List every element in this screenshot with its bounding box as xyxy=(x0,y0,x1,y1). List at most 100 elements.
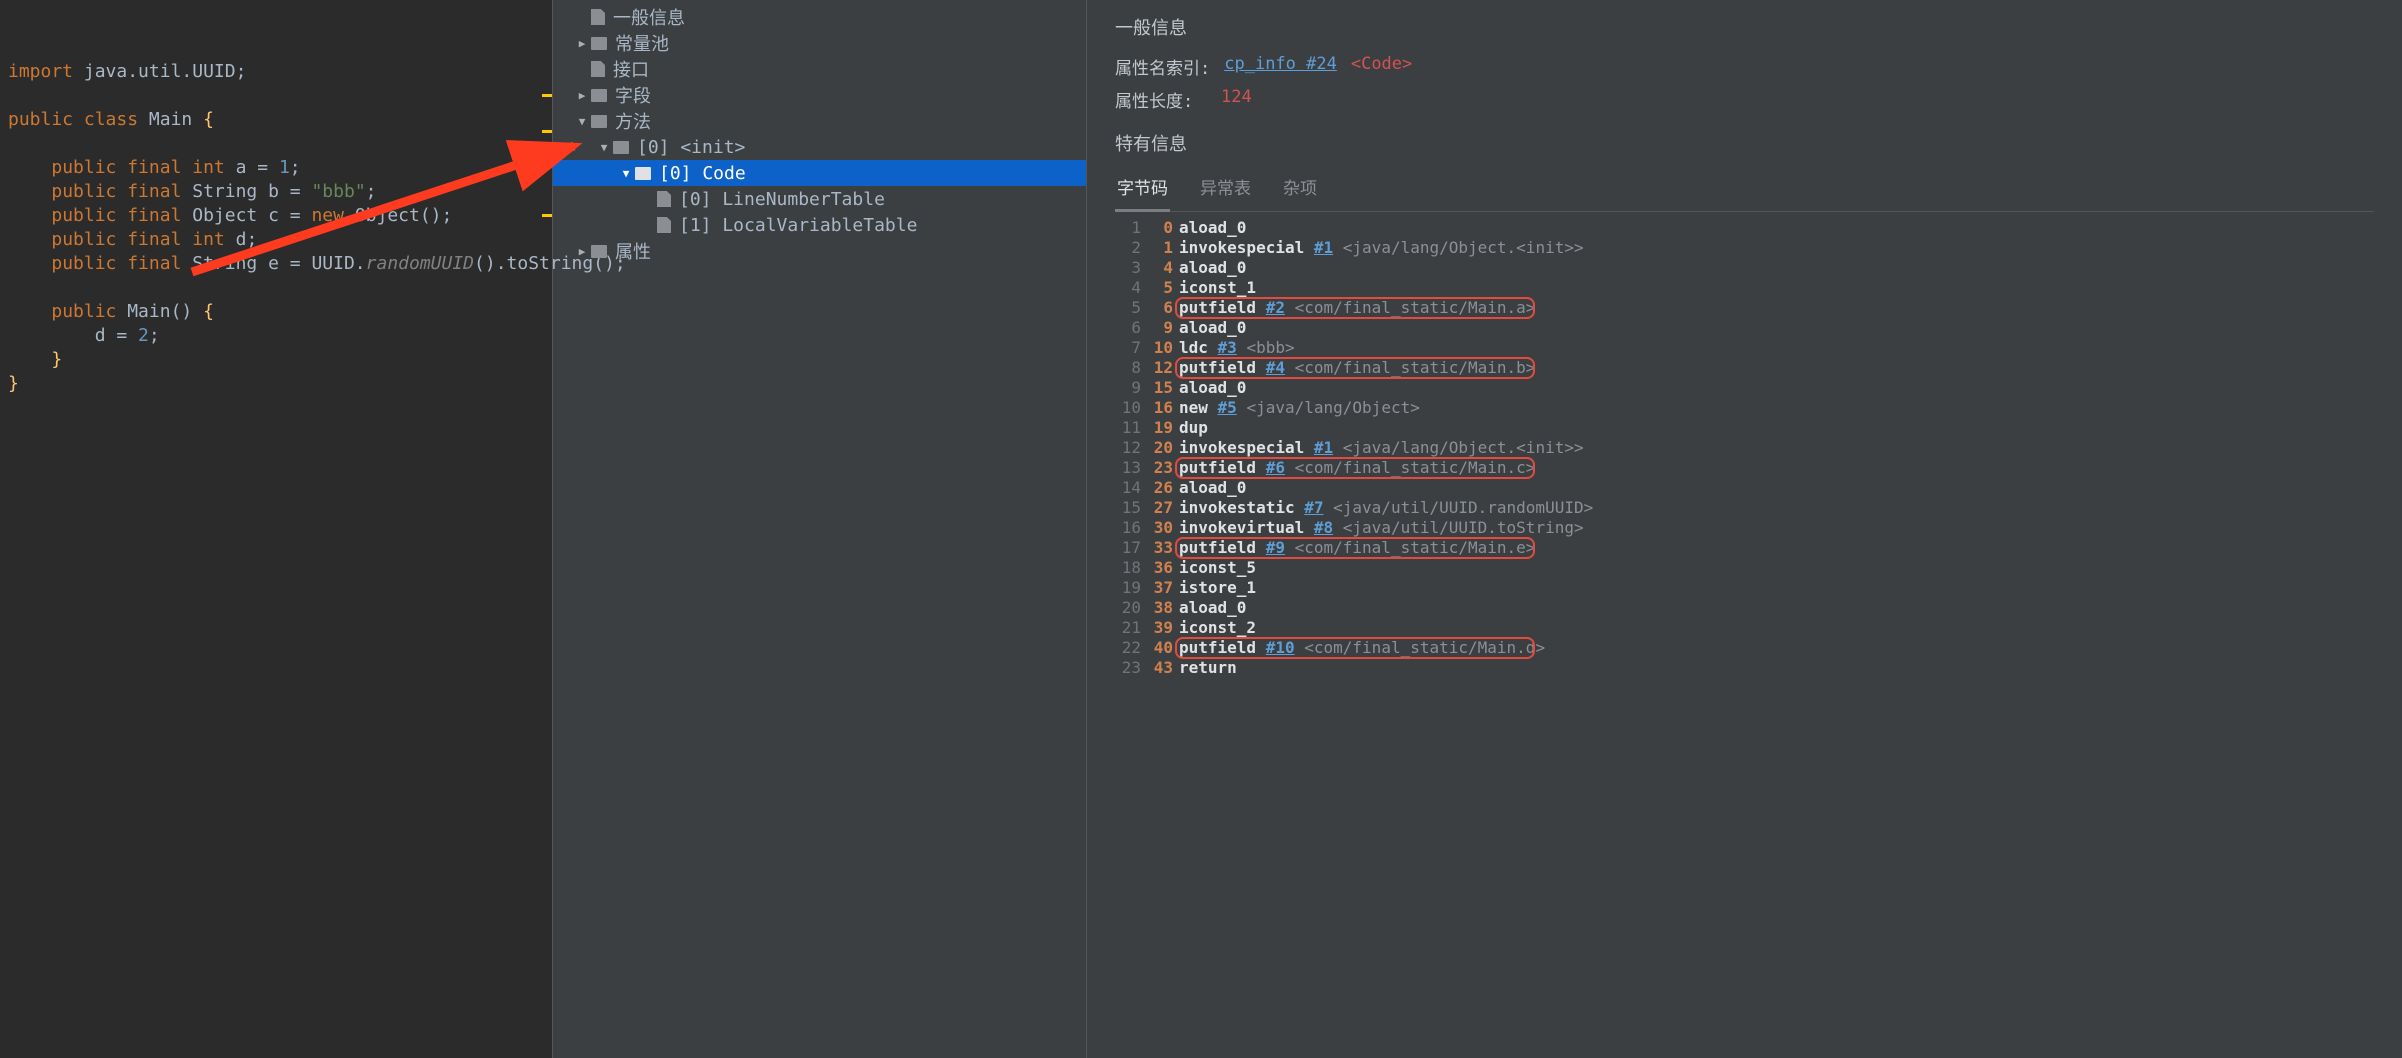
constant-ref-link[interactable]: #9 xyxy=(1266,538,1285,557)
code-line[interactable]: public final Object c = new Object(); xyxy=(8,204,544,228)
tree-item-label: 字段 xyxy=(615,82,651,108)
opcode: putfield xyxy=(1179,538,1256,557)
attr-len-label: 属性长度: xyxy=(1115,87,1207,112)
tree-item[interactable]: ▶常量池 xyxy=(553,30,1086,56)
file-icon xyxy=(591,9,605,25)
bytecode-comment: <com/final_static/Main.a> xyxy=(1295,298,1536,317)
expand-toggle-icon[interactable]: ▶ xyxy=(575,37,589,50)
opcode: iconst_5 xyxy=(1179,558,1256,577)
bytecode-row[interactable]: 1323putfield #6 <com/final_static/Main.c… xyxy=(1115,458,2374,478)
bytecode-row[interactable]: 1119dup xyxy=(1115,418,2374,438)
code-line[interactable]: public final String b = "bbb"; xyxy=(8,180,544,204)
file-icon xyxy=(591,61,605,77)
bytecode-row[interactable]: 21invokespecial #1 <java/lang/Object.<in… xyxy=(1115,238,2374,258)
bytecode-row[interactable]: 34aload_0 xyxy=(1115,258,2374,278)
opcode: putfield xyxy=(1179,458,1256,477)
opcode: putfield xyxy=(1179,638,1256,657)
attr-name-label: 属性名索引: xyxy=(1115,54,1210,79)
bytecode-row[interactable]: 1733putfield #9 <com/final_static/Main.e… xyxy=(1115,538,2374,558)
code-line[interactable] xyxy=(8,132,544,156)
code-line[interactable]: public final String e = UUID.randomUUID(… xyxy=(8,252,544,276)
constant-ref-link[interactable]: #4 xyxy=(1266,358,1285,377)
tree-item[interactable]: ▼方法 xyxy=(553,108,1086,134)
bytecode-row[interactable]: 1836iconst_5 xyxy=(1115,558,2374,578)
bytecode-row[interactable]: 2343return xyxy=(1115,658,2374,678)
code-line[interactable]: public class Main { xyxy=(8,108,544,132)
tree-item[interactable]: 一般信息 xyxy=(553,4,1086,30)
tree-item[interactable]: [1] LocalVariableTable xyxy=(553,212,1086,238)
bytecode-row[interactable]: 1016new #5 <java/lang/Object> xyxy=(1115,398,2374,418)
folder-icon xyxy=(591,37,607,50)
bytecode-comment: <java/lang/Object.<init>> xyxy=(1343,238,1584,257)
expand-toggle-icon[interactable]: ▼ xyxy=(597,141,611,154)
bytecode-row[interactable]: 1937istore_1 xyxy=(1115,578,2374,598)
bytecode-comment: <java/lang/Object.<init>> xyxy=(1343,438,1584,457)
opcode: aload_0 xyxy=(1179,218,1246,237)
bytecode-row[interactable]: 915aload_0 xyxy=(1115,378,2374,398)
tree-item[interactable]: ▶ 字段 xyxy=(553,82,1086,108)
bytecode-row[interactable]: 45iconst_1 xyxy=(1115,278,2374,298)
tab-0[interactable]: 字节码 xyxy=(1115,168,1170,212)
constant-ref-link[interactable]: #8 xyxy=(1314,518,1333,537)
expand-toggle-icon[interactable]: ▼ xyxy=(575,115,589,128)
constant-ref-link[interactable]: #1 xyxy=(1314,238,1333,257)
bytecode-comment: <com/final_static/Main.c> xyxy=(1295,458,1536,477)
code-line[interactable]: } xyxy=(8,372,544,396)
bytecode-comment: <java/util/UUID.toString> xyxy=(1343,518,1584,537)
tree-item-label: 一般信息 xyxy=(613,4,685,30)
bytecode-row[interactable]: 10aload_0 xyxy=(1115,218,2374,238)
folder-icon xyxy=(613,141,629,154)
tree-item[interactable]: [0] LineNumberTable xyxy=(553,186,1086,212)
bytecode-row[interactable]: 56putfield #2 <com/final_static/Main.a> xyxy=(1115,298,2374,318)
attr-name-link[interactable]: cp_info #24 xyxy=(1224,54,1337,79)
bytecode-row[interactable]: 1220invokespecial #1 <java/lang/Object.<… xyxy=(1115,438,2374,458)
bytecode-row[interactable]: 2139iconst_2 xyxy=(1115,618,2374,638)
code-line[interactable] xyxy=(8,84,544,108)
code-line[interactable]: d = 2; xyxy=(8,324,544,348)
constant-ref-link[interactable]: #6 xyxy=(1266,458,1285,477)
folder-icon xyxy=(591,245,607,258)
gutter-mark xyxy=(542,130,552,133)
code-line[interactable]: public final int a = 1; xyxy=(8,156,544,180)
code-line[interactable] xyxy=(8,276,544,300)
bytecode-row[interactable]: 2240putfield #10 <com/final_static/Main.… xyxy=(1115,638,2374,658)
details-panel: 一般信息 属性名索引: cp_info #24 <Code> 属性长度: 124… xyxy=(1086,0,2402,1058)
tree-item[interactable]: ▶属性 xyxy=(553,238,1086,264)
constant-ref-link[interactable]: #2 xyxy=(1266,298,1285,317)
bytecode-row[interactable]: 710ldc #3 <bbb> xyxy=(1115,338,2374,358)
constant-ref-link[interactable]: #3 xyxy=(1218,338,1237,357)
attr-len-value: 124 xyxy=(1221,87,1252,112)
tree-item-label: 接口 xyxy=(613,56,649,82)
bytecode-row[interactable]: 2038aload_0 xyxy=(1115,598,2374,618)
bytecode-row[interactable]: 1527invokestatic #7 <java/util/UUID.rand… xyxy=(1115,498,2374,518)
constant-ref-link[interactable]: #7 xyxy=(1304,498,1323,517)
constant-ref-link[interactable]: #10 xyxy=(1266,638,1295,657)
specific-info-heading: 特有信息 xyxy=(1115,130,2374,156)
bytecode-listing[interactable]: 10aload_021invokespecial #1 <java/lang/O… xyxy=(1115,218,2374,678)
structure-tree[interactable]: 一般信息▶常量池接口▶字段▼方法▼[0] <init>▼[0] Code[0] … xyxy=(552,0,1086,1058)
constant-ref-link[interactable]: #5 xyxy=(1218,398,1237,417)
folder-icon xyxy=(591,115,607,128)
bytecode-row[interactable]: 812putfield #4 <com/final_static/Main.b> xyxy=(1115,358,2374,378)
tree-item[interactable]: ▼ [0] Code xyxy=(553,160,1086,186)
code-editor[interactable]: import java.util.UUID; public class Main… xyxy=(0,0,552,1058)
opcode: aload_0 xyxy=(1179,598,1246,617)
code-line[interactable]: public Main() { xyxy=(8,300,544,324)
tab-2[interactable]: 杂项 xyxy=(1281,168,1319,211)
expand-toggle-icon[interactable]: ▶ xyxy=(575,89,589,102)
expand-toggle-icon[interactable]: ▼ xyxy=(619,167,633,180)
tree-item-label: [0] LineNumberTable xyxy=(679,189,885,210)
bytecode-row[interactable]: 69aload_0 xyxy=(1115,318,2374,338)
code-line[interactable]: public final int d; xyxy=(8,228,544,252)
bytecode-row[interactable]: 1426aload_0 xyxy=(1115,478,2374,498)
code-line[interactable]: } xyxy=(8,348,544,372)
opcode: return xyxy=(1179,658,1237,677)
tab-1[interactable]: 异常表 xyxy=(1198,168,1253,211)
bytecode-comment: <java/util/UUID.randomUUID> xyxy=(1333,498,1593,517)
code-line[interactable]: import java.util.UUID; xyxy=(8,60,544,84)
tree-item[interactable]: ▼[0] <init> xyxy=(553,134,1086,160)
tree-item[interactable]: 接口 xyxy=(553,56,1086,82)
bytecode-row[interactable]: 1630invokevirtual #8 <java/util/UUID.toS… xyxy=(1115,518,2374,538)
tree-item-label: [0] Code xyxy=(659,163,746,184)
constant-ref-link[interactable]: #1 xyxy=(1314,438,1333,457)
